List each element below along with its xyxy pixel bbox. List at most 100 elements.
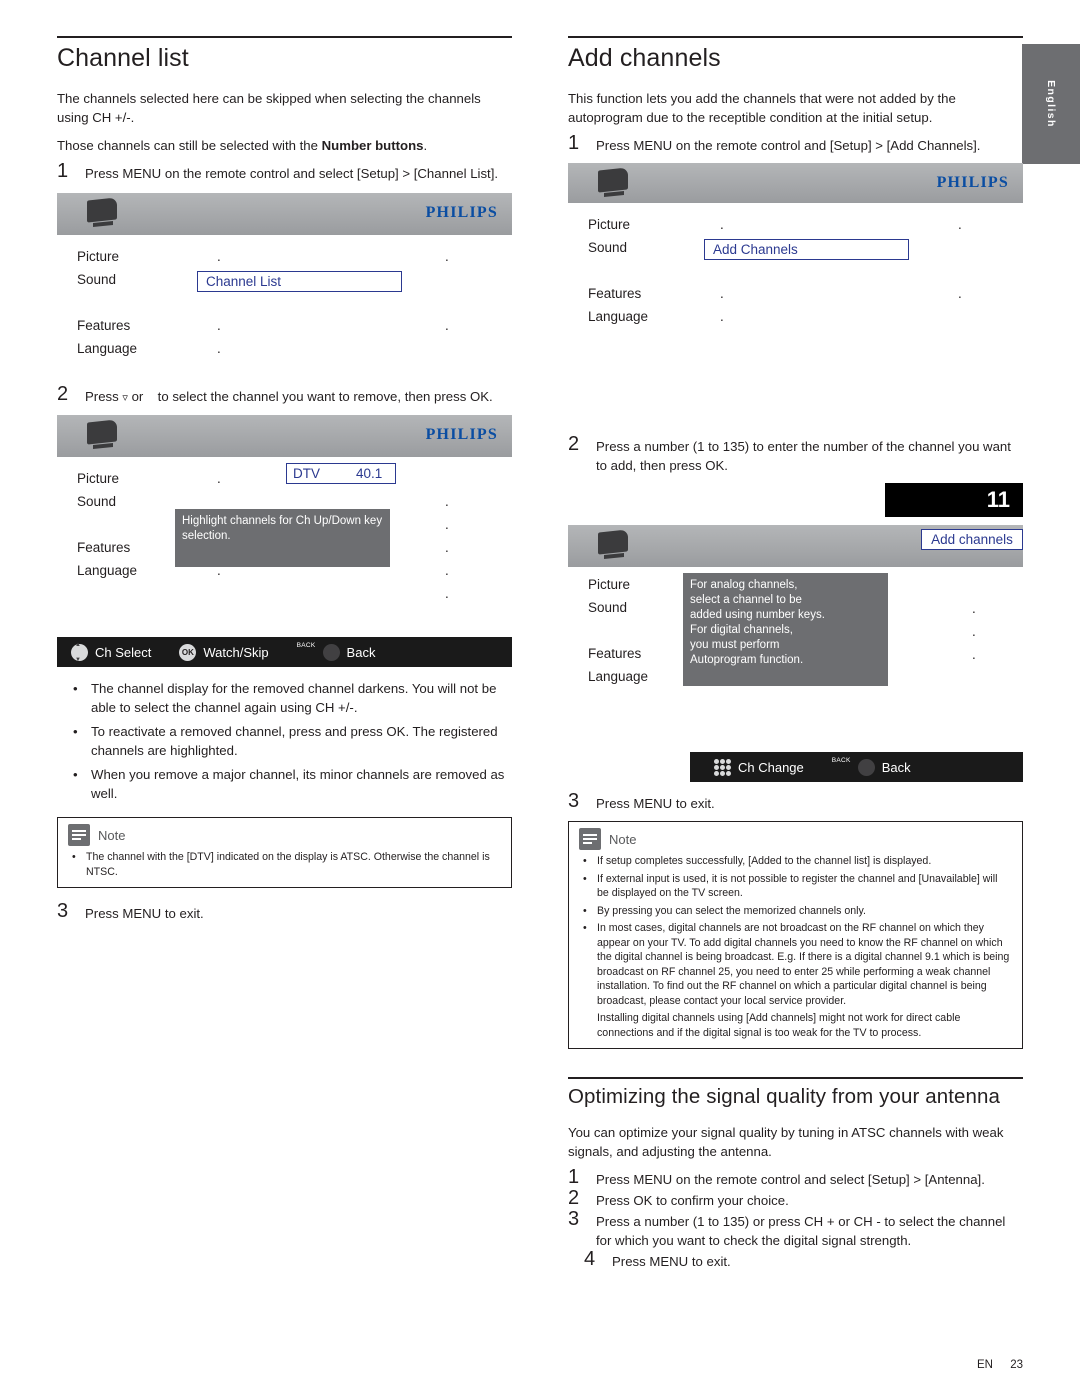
note-item: In most cases, digital channels are not … xyxy=(569,921,1022,1008)
step-number: 1 xyxy=(57,160,69,182)
osd-menu-item-features[interactable]: Features xyxy=(588,282,708,305)
action-watch-skip[interactable]: OK Watch/Skip xyxy=(179,643,269,661)
step-text: Press MENU to exit. xyxy=(612,1254,731,1269)
footer-page-number: 23 xyxy=(1010,1359,1023,1371)
tv-icon xyxy=(87,419,121,451)
step-text: Press MENU on the remote control and sel… xyxy=(596,1172,985,1187)
osd-menu-item-features[interactable]: Features xyxy=(77,314,197,337)
action-label: Back xyxy=(881,759,911,775)
tip-line: For analog channels, xyxy=(690,579,798,591)
osd-menu-item-language[interactable]: Language xyxy=(77,337,197,360)
page-title-add-channels: Add channels xyxy=(568,44,721,72)
back-icon xyxy=(857,758,875,776)
antenna-step-1: 1 Press MENU on the remote control and s… xyxy=(568,1166,1023,1189)
language-tab-label: English xyxy=(1045,80,1057,128)
osd-body: Picture Sound Features Language .... .. … xyxy=(57,235,512,377)
note-item: By pressing you can select the memorized… xyxy=(569,904,1022,919)
osd-menu-column: Picture Sound Features Language xyxy=(588,213,708,328)
osd-dots-right: ..... xyxy=(445,494,449,601)
step-number: 2 xyxy=(568,1187,580,1209)
step-number: 3 xyxy=(57,900,69,922)
step-text-mid: or xyxy=(131,389,144,404)
osd-screenshot-add-channels-menu: PHILIPS Picture Sound Features Language … xyxy=(568,163,1023,435)
list-item: The channel display for the removed chan… xyxy=(57,679,512,717)
right-column: Add channels This function lets you add … xyxy=(568,36,1023,1279)
channel-number-overlay: 11 xyxy=(885,483,1023,517)
action-ch-select[interactable]: Ch Select xyxy=(71,642,152,663)
osd-header: PHILIPS xyxy=(568,163,1023,203)
channel-list-step-1: 1 Press MENU on the remote control and s… xyxy=(57,160,512,183)
osd-dots-left: .... xyxy=(720,217,724,324)
osd-tooltip-highlight: Highlight channels for Ch Up/Down key se… xyxy=(175,509,390,567)
osd-dots-right: .. xyxy=(445,249,449,333)
step-text: Press MENU on the remote control and sel… xyxy=(85,166,499,181)
up-arrow-icon xyxy=(147,391,154,404)
channel-list-intro-1: The channels selected here can be skippe… xyxy=(57,91,481,125)
list-item: When you remove a major channel, its min… xyxy=(57,765,512,803)
antenna-step-2: 2 Press OK to confirm your choice. xyxy=(568,1187,1023,1210)
osd-header: PHILIPS xyxy=(57,415,512,457)
osd-menu-item-sound[interactable]: Sound xyxy=(588,236,708,259)
add-channels-intro: This function lets you add the channels … xyxy=(568,91,956,125)
action-ch-change[interactable]: Ch Change xyxy=(714,758,804,776)
keypad-icon xyxy=(714,758,731,776)
channel-list-intro-2: Those channels can still be selected wit… xyxy=(57,138,428,153)
note-item: The channel with the [DTV] indicated on … xyxy=(58,850,511,879)
action-back[interactable]: BACK Back xyxy=(297,642,376,661)
osd-highlight-add-channels-2[interactable]: Add channels xyxy=(921,529,1023,550)
step-text: Press OK to confirm your choice. xyxy=(596,1193,789,1208)
up-down-arrow-icon: ▿ xyxy=(122,391,128,404)
channel-list-step-2: 2 Press ▿ or to select the channel you w… xyxy=(57,383,512,407)
osd-tooltip-add-channels: For analog channels, select a channel to… xyxy=(683,573,888,686)
footer-language: EN xyxy=(977,1359,993,1371)
philips-logo: PHILIPS xyxy=(936,174,1009,191)
antenna-step-4: 4 Press MENU to exit. xyxy=(568,1248,1023,1271)
osd-menu-item-language[interactable]: Language xyxy=(588,305,708,328)
osd-screenshot-add-channels-tip: PHILIPS Picture Sound Features Language … xyxy=(568,525,1023,782)
step-text-post: to select the channel you want to remove… xyxy=(157,389,493,404)
note-item: Installing digital channels using [Add c… xyxy=(597,1012,961,1039)
action-label: Back xyxy=(346,644,376,660)
philips-logo: PHILIPS xyxy=(425,426,498,443)
step-number: 2 xyxy=(568,433,580,455)
osd-highlight-channel-list[interactable]: Channel List xyxy=(197,271,402,292)
osd-body: Picture Sound Features Language .... .. … xyxy=(568,203,1023,435)
dtv-channel-value: 40.1 xyxy=(356,466,383,481)
note-box-add-channels: Note If setup completes successfully, [A… xyxy=(568,821,1023,1049)
step-number: 1 xyxy=(568,132,580,154)
osd-highlight-add-channels[interactable]: Add Channels xyxy=(704,239,909,260)
note-icon xyxy=(68,824,90,846)
channel-list-step-3: 3 Press MENU to exit. xyxy=(57,900,512,923)
list-item: To reactivate a removed channel, press a… xyxy=(57,722,512,760)
add-channels-step-1: 1 Press MENU on the remote control and [… xyxy=(568,132,1023,155)
osd-menu-item-sound[interactable]: Sound xyxy=(77,268,197,291)
page-footer: EN 23 xyxy=(977,1359,1023,1371)
action-back[interactable]: BACK Back xyxy=(831,756,911,776)
osd-menu-column: Picture Sound Features Language xyxy=(77,245,197,360)
page-title-channel-list: Channel list xyxy=(57,44,189,72)
osd-channel-dtv-row[interactable]: DTV 40.1 xyxy=(286,463,396,484)
osd-dots-right: .. xyxy=(958,217,962,301)
osd-action-bar: Ch Select OK Watch/Skip BACK Back xyxy=(57,637,512,667)
philips-logo: PHILIPS xyxy=(425,204,498,221)
note-title: Note xyxy=(609,831,637,847)
action-label: Watch/Skip xyxy=(203,644,269,660)
dtv-label: DTV xyxy=(293,466,320,481)
step-text: Press a number (1 to 135) or press CH + … xyxy=(596,1214,1006,1248)
osd-action-bar: Ch Change BACK Back xyxy=(690,752,1023,782)
note-box-channel-list: Note The channel with the [DTV] indicate… xyxy=(57,817,512,888)
osd-menu-item-picture[interactable]: Picture xyxy=(77,467,197,490)
tip-line: Autoprogram function. xyxy=(690,654,804,666)
osd-menu-item-picture[interactable]: Picture xyxy=(77,245,197,268)
back-badge: BACK xyxy=(831,756,851,764)
osd-body: Picture Sound Features Language ... ....… xyxy=(57,457,512,637)
divider-add-channels xyxy=(568,36,1023,38)
step-text: Press MENU to exit. xyxy=(85,906,204,921)
ok-icon: OK xyxy=(179,643,197,661)
add-channels-step-2: 2 Press a number (1 to 135) to enter the… xyxy=(568,433,1023,475)
action-label: Ch Select xyxy=(95,644,152,660)
step-number: 2 xyxy=(57,383,69,405)
step-text: Press a number (1 to 135) to enter the n… xyxy=(596,439,1011,473)
osd-menu-item-picture[interactable]: Picture xyxy=(588,213,708,236)
divider-antenna xyxy=(568,1077,1023,1079)
